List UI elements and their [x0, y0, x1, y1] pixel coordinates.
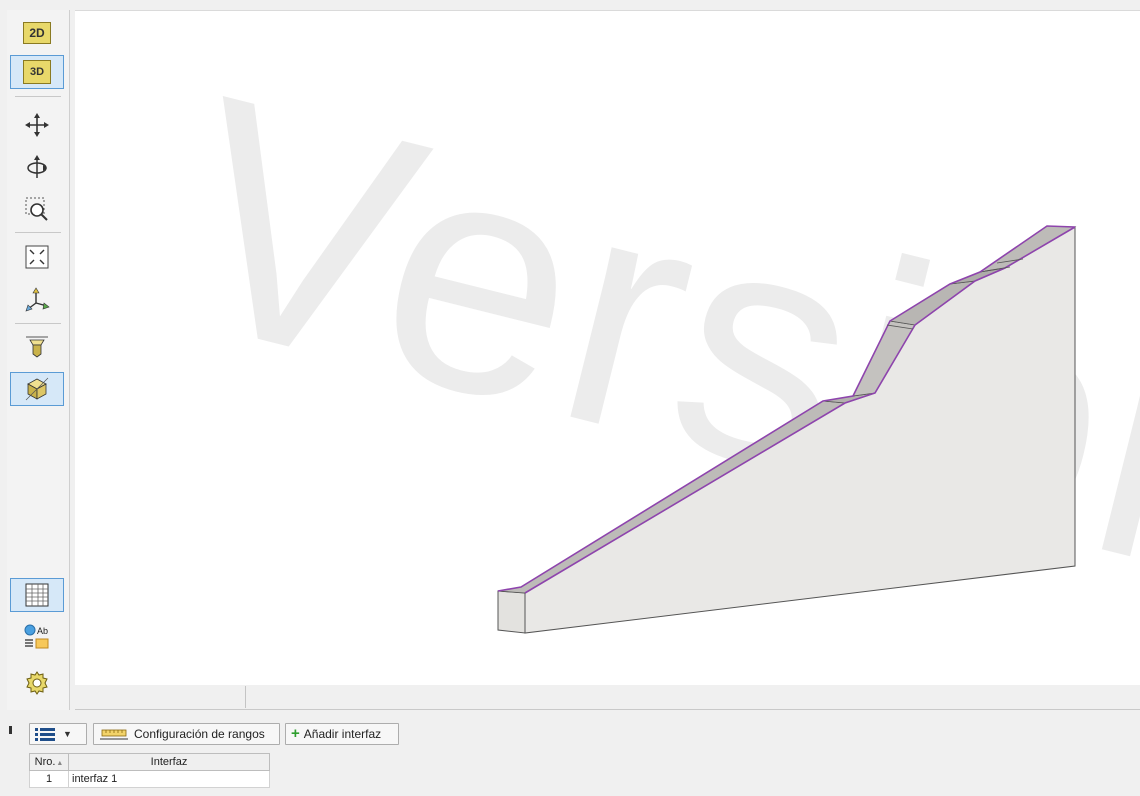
view-from-top-button[interactable]	[10, 330, 64, 364]
toolbar-separator	[15, 96, 61, 97]
column-header-number[interactable]: Nro.▲	[29, 753, 69, 771]
3d-viewport[interactable]: Version	[75, 10, 1140, 686]
fit-view-icon	[25, 245, 49, 269]
sort-asc-icon: ▲	[56, 760, 64, 767]
slope-model-view	[497, 225, 1077, 634]
table-cell-interface: interfaz 1	[68, 770, 270, 788]
toolbar-separator	[15, 232, 61, 233]
ruler-icon	[100, 729, 128, 740]
isometric-view-icon	[25, 377, 49, 401]
3d-cube-icon: 3D	[23, 60, 51, 84]
settings-icon	[26, 671, 48, 695]
table-header-row: Nro.▲ Interfaz	[29, 753, 270, 771]
rotate-icon	[27, 155, 47, 178]
table-row[interactable]: 1 interfaz 1	[29, 770, 270, 788]
plus-icon: +	[291, 725, 300, 742]
legend-icon: Ab	[24, 624, 49, 649]
move-icon	[25, 113, 49, 137]
add-interface-button[interactable]: + Añadir interfaz	[285, 723, 399, 745]
range-config-label: Configuración de rangos	[134, 727, 265, 741]
left-toolbar: 2D 3D Ab	[7, 10, 70, 710]
panel-grip[interactable]	[9, 726, 12, 734]
axes-icon	[25, 287, 50, 312]
column-header-interface[interactable]: Interfaz	[68, 753, 270, 771]
view-from-top-icon	[26, 336, 48, 358]
2d-icon: 2D	[23, 22, 51, 44]
chevron-down-icon: ▼	[63, 729, 72, 739]
rotate-button[interactable]	[10, 150, 64, 184]
axes-button[interactable]	[10, 282, 64, 316]
zoom-window-icon	[25, 197, 48, 221]
model-end-face	[497, 590, 526, 634]
list-menu-button[interactable]: ▼	[29, 723, 87, 745]
add-interface-label: Añadir interfaz	[303, 727, 382, 741]
table-view-button[interactable]	[10, 578, 64, 612]
pan-button[interactable]	[10, 108, 64, 142]
isometric-view-button[interactable]	[10, 372, 64, 406]
status-divider	[245, 686, 246, 708]
settings-button[interactable]	[10, 666, 64, 700]
svg-text:Ab: Ab	[37, 626, 48, 636]
table-cell-number: 1	[29, 770, 69, 788]
view-2d-label: 2D	[29, 26, 45, 40]
table-icon	[25, 583, 49, 607]
list-icon	[35, 728, 55, 741]
zoom-window-button[interactable]	[10, 192, 64, 226]
status-strip	[75, 685, 1140, 710]
range-config-button[interactable]: Configuración de rangos	[93, 723, 280, 745]
view-3d-button[interactable]: 3D	[10, 55, 64, 89]
interfaces-table: Nro.▲ Interfaz 1 interfaz 1	[29, 753, 270, 788]
legend-button[interactable]: Ab	[10, 620, 64, 654]
view-3d-label: 3D	[29, 66, 45, 78]
toolbar-separator	[15, 323, 61, 324]
view-2d-button[interactable]: 2D	[10, 16, 64, 50]
fit-view-button[interactable]	[10, 240, 64, 274]
